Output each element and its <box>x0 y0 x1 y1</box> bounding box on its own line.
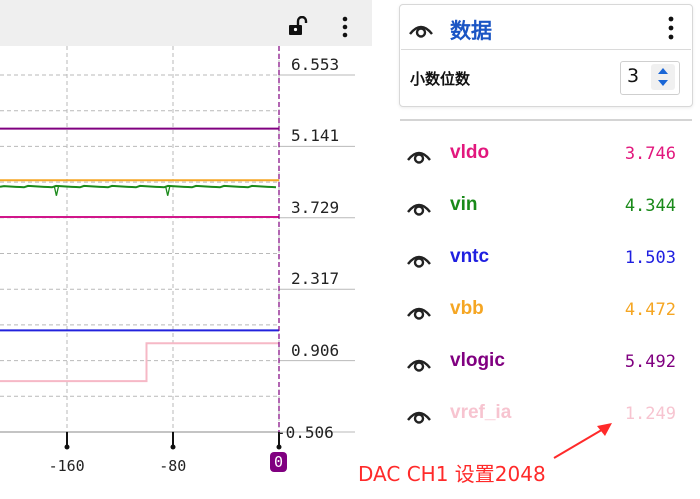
eye-icon[interactable] <box>408 21 434 43</box>
cursor-x-label: 0 <box>270 452 288 472</box>
signal-name: vntc <box>450 246 490 267</box>
waveform-chart[interactable]: 6.553 5.141 3.729 2.317 0.906 -0.506 -160 -80 0 <box>0 46 372 499</box>
signal-row-vin[interactable]: vin 4.344 <box>400 190 690 230</box>
panel-divider <box>400 119 692 121</box>
x-tick-dot <box>276 444 282 450</box>
y-tick-label: -0.506 <box>276 423 334 442</box>
signal-value: 1.503 <box>624 248 676 268</box>
decimals-label: 小数位数 <box>410 70 471 88</box>
decimals-stepper[interactable]: 3 <box>620 61 680 95</box>
y-tick-label: 5.141 <box>291 126 340 146</box>
x-tick-label: -160 <box>48 457 85 475</box>
x-tick-dot <box>64 444 70 450</box>
lock-open-icon[interactable] <box>288 15 308 40</box>
x-tick-label: -80 <box>159 457 187 475</box>
eye-icon[interactable] <box>406 251 432 273</box>
signal-row-vref-ia[interactable]: vref_ia 1.249 <box>400 398 690 438</box>
eye-icon[interactable] <box>406 355 432 377</box>
y-tick-label: 0.906 <box>291 340 340 360</box>
series-line-vref-ia <box>0 342 279 383</box>
series-glitch <box>165 186 171 196</box>
more-vert-icon[interactable] <box>666 16 676 44</box>
chart-toolbar <box>0 0 372 46</box>
data-panel-header: 数据 小数位数 3 <box>399 4 693 107</box>
more-vert-icon[interactable] <box>340 16 350 42</box>
eye-icon[interactable] <box>406 147 432 169</box>
signal-name: vbb <box>450 298 484 319</box>
signal-value: 4.472 <box>624 300 676 320</box>
signal-value: 1.249 <box>624 404 676 424</box>
signal-value: 3.746 <box>624 144 676 164</box>
decimals-value: 3 <box>627 65 640 87</box>
panel-title: 数据 <box>450 19 492 43</box>
signal-value: 4.344 <box>624 196 676 216</box>
signal-row-vlogic[interactable]: vlogic 5.492 <box>400 346 690 386</box>
signal-row-vldo[interactable]: vldo 3.746 <box>400 138 690 178</box>
y-tick-label: 6.553 <box>291 55 340 74</box>
eye-icon[interactable] <box>406 407 432 429</box>
eye-icon[interactable] <box>406 199 432 221</box>
signal-row-vntc[interactable]: vntc 1.503 <box>400 242 690 282</box>
signal-name: vlogic <box>450 350 505 371</box>
stepper-arrows[interactable] <box>651 64 675 90</box>
signal-name: vldo <box>450 142 490 163</box>
signal-row-vbb[interactable]: vbb 4.472 <box>400 294 690 334</box>
eye-icon[interactable] <box>406 303 432 325</box>
series-line-vin <box>0 184 277 189</box>
divider <box>401 49 691 50</box>
y-tick-label: 3.729 <box>291 197 340 217</box>
annotation-text: DAC CH1 设置2048 <box>358 462 546 486</box>
signal-name: vref_ia <box>450 402 512 423</box>
series-glitch <box>53 186 60 196</box>
annotation-arrow <box>553 423 612 459</box>
x-tick-dot <box>170 444 176 450</box>
signal-name: vin <box>450 194 478 215</box>
signal-value: 5.492 <box>624 352 676 372</box>
y-tick-label: 2.317 <box>291 269 340 289</box>
